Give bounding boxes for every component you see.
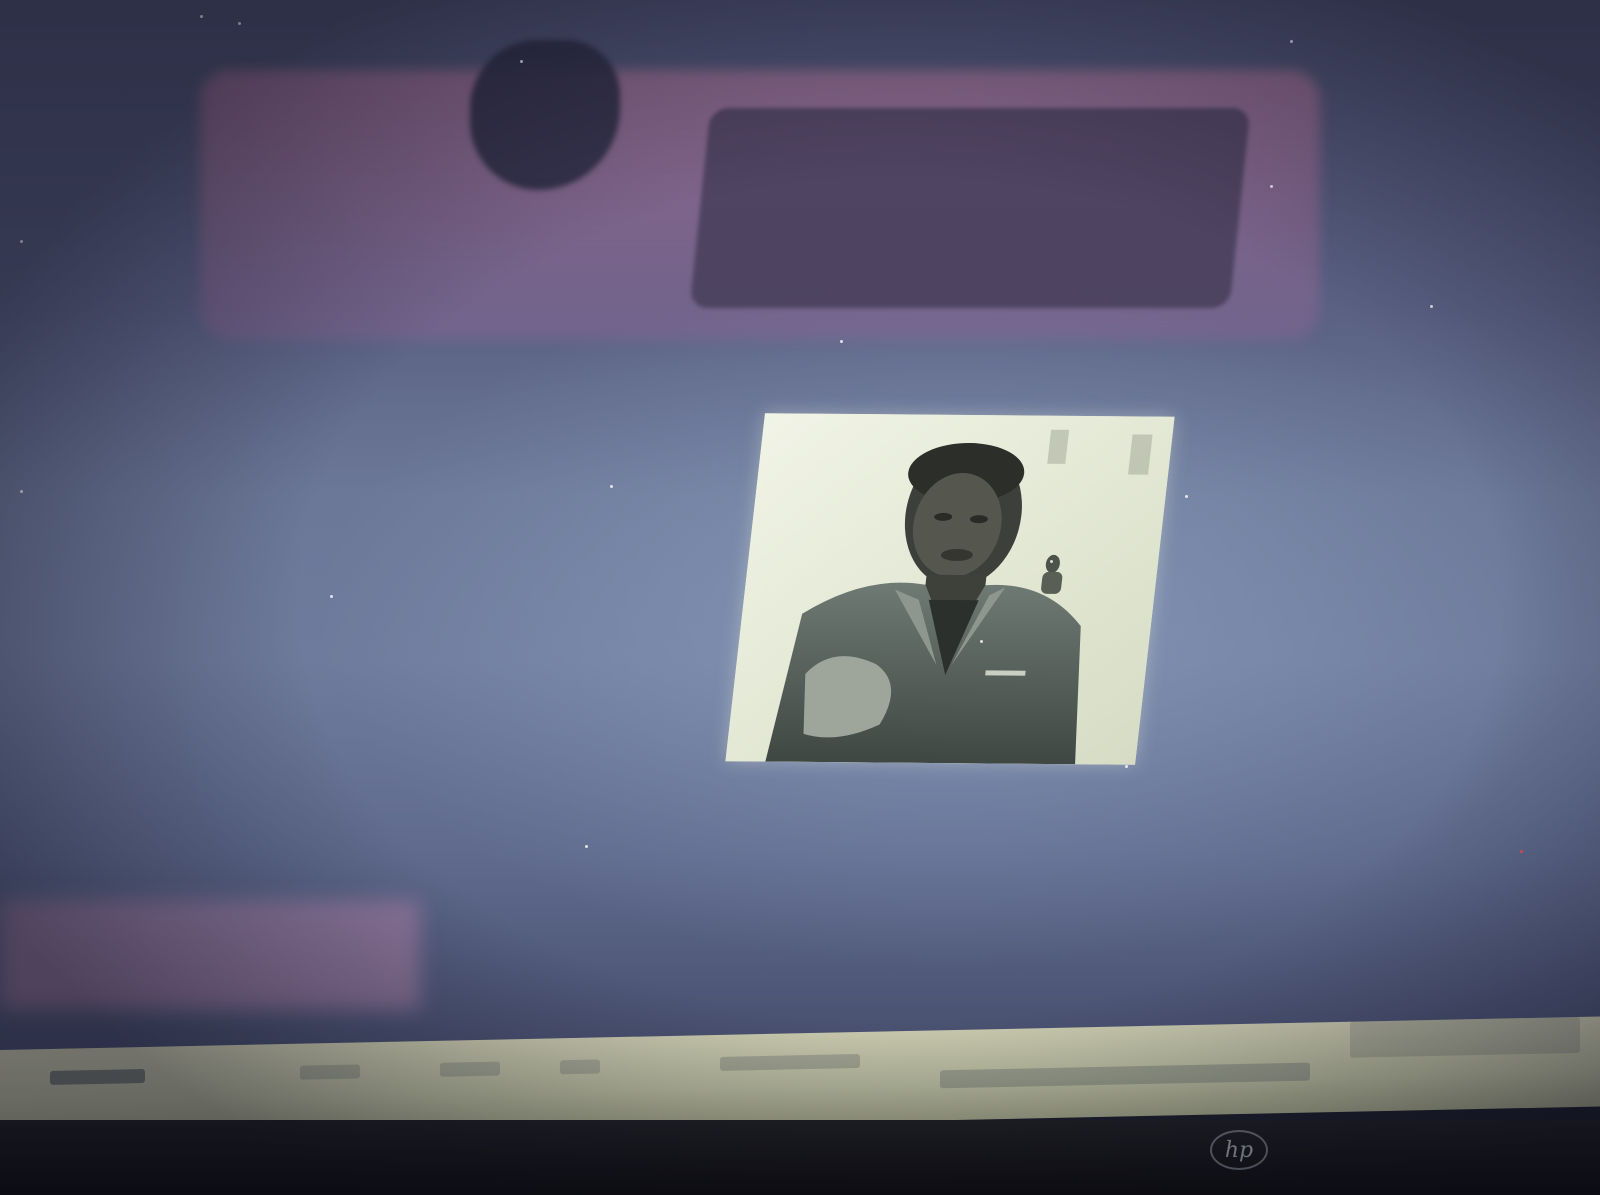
dust-speck [1125,765,1128,768]
system-tray[interactable] [1350,1016,1580,1058]
dust-speck [840,340,843,343]
monitor-screen [0,0,1600,1100]
dust-speck [1290,40,1293,43]
dust-speck [238,22,241,25]
taskbar-item[interactable] [940,1062,1310,1089]
photo-of-monitor: hp [0,0,1600,1195]
dust-speck [1050,560,1053,563]
taskbar-item[interactable] [720,1053,860,1071]
dust-speck [330,595,333,598]
room-reflection-light [0,900,420,1010]
room-reflection-dark-panel [689,108,1251,308]
dust-speck [20,490,23,493]
dust-speck [20,240,23,243]
dust-speck [585,845,588,848]
dust-speck [1270,185,1273,188]
dust-speck [520,60,523,63]
dust-speck [1520,850,1523,853]
monitor-bezel: hp [0,1120,1600,1195]
portrait-image [725,413,1175,765]
dust-speck [980,640,983,643]
hp-logo: hp [1210,1130,1268,1170]
dust-speck [1430,305,1433,308]
taskbar-item[interactable] [440,1061,500,1077]
taskbar-item[interactable] [50,1068,145,1085]
taskbar-item[interactable] [560,1059,600,1075]
taskbar-item[interactable] [300,1064,360,1080]
dust-speck [200,15,203,18]
dust-speck [1185,495,1188,498]
displayed-portrait-photo [725,413,1175,765]
dust-speck [610,485,613,488]
